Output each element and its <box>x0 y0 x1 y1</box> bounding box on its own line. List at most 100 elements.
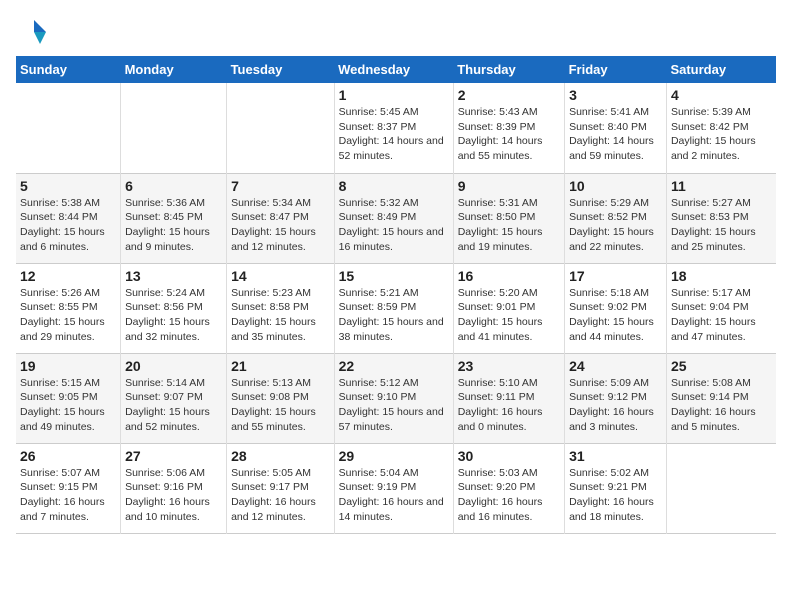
day-number: 3 <box>569 87 662 103</box>
day-info: Sunrise: 5:31 AM Sunset: 8:50 PM Dayligh… <box>458 196 560 255</box>
header-thursday: Thursday <box>453 56 564 83</box>
day-info: Sunrise: 5:34 AM Sunset: 8:47 PM Dayligh… <box>231 196 330 255</box>
day-info: Sunrise: 5:24 AM Sunset: 8:56 PM Dayligh… <box>125 286 222 345</box>
header-tuesday: Tuesday <box>227 56 335 83</box>
day-number: 1 <box>339 87 449 103</box>
calendar-cell: 29 Sunrise: 5:04 AM Sunset: 9:19 PM Dayli… <box>334 443 453 533</box>
day-number: 20 <box>125 358 222 374</box>
day-info: Sunrise: 5:12 AM Sunset: 9:10 PM Dayligh… <box>339 376 449 435</box>
day-info: Sunrise: 5:05 AM Sunset: 9:17 PM Dayligh… <box>231 466 330 525</box>
day-number: 31 <box>569 448 662 464</box>
calendar-week-row: 19 Sunrise: 5:15 AM Sunset: 9:05 PM Dayli… <box>16 353 776 443</box>
calendar-cell: 6 Sunrise: 5:36 AM Sunset: 8:45 PM Daylig… <box>121 173 227 263</box>
day-number: 22 <box>339 358 449 374</box>
day-number: 16 <box>458 268 560 284</box>
header-friday: Friday <box>565 56 667 83</box>
day-number: 11 <box>671 178 772 194</box>
header-monday: Monday <box>121 56 227 83</box>
day-info: Sunrise: 5:27 AM Sunset: 8:53 PM Dayligh… <box>671 196 772 255</box>
day-info: Sunrise: 5:13 AM Sunset: 9:08 PM Dayligh… <box>231 376 330 435</box>
day-number: 17 <box>569 268 662 284</box>
day-info: Sunrise: 5:23 AM Sunset: 8:58 PM Dayligh… <box>231 286 330 345</box>
calendar-week-row: 5 Sunrise: 5:38 AM Sunset: 8:44 PM Daylig… <box>16 173 776 263</box>
calendar-cell: 18Sunrise: 5:17 AM Sunset: 9:04 PM Dayli… <box>666 263 776 353</box>
day-number: 19 <box>20 358 116 374</box>
day-info: Sunrise: 5:29 AM Sunset: 8:52 PM Dayligh… <box>569 196 662 255</box>
calendar-cell: 21 Sunrise: 5:13 AM Sunset: 9:08 PM Dayli… <box>227 353 335 443</box>
day-number: 12 <box>20 268 116 284</box>
day-info: Sunrise: 5:18 AM Sunset: 9:02 PM Dayligh… <box>569 286 662 345</box>
calendar-header-row: SundayMondayTuesdayWednesdayThursdayFrid… <box>16 56 776 83</box>
day-number: 15 <box>339 268 449 284</box>
day-number: 24 <box>569 358 662 374</box>
day-number: 26 <box>20 448 116 464</box>
day-info: Sunrise: 5:45 AM Sunset: 8:37 PM Dayligh… <box>339 105 449 164</box>
calendar-cell <box>121 83 227 173</box>
day-info: Sunrise: 5:15 AM Sunset: 9:05 PM Dayligh… <box>20 376 116 435</box>
day-info: Sunrise: 5:21 AM Sunset: 8:59 PM Dayligh… <box>339 286 449 345</box>
day-number: 14 <box>231 268 330 284</box>
day-info: Sunrise: 5:39 AM Sunset: 8:42 PM Dayligh… <box>671 105 772 164</box>
day-number: 9 <box>458 178 560 194</box>
calendar-cell: 25 Sunrise: 5:08 AM Sunset: 9:14 PM Dayli… <box>666 353 776 443</box>
calendar-cell <box>227 83 335 173</box>
day-info: Sunrise: 5:43 AM Sunset: 8:39 PM Dayligh… <box>458 105 560 164</box>
calendar-cell: 26 Sunrise: 5:07 AM Sunset: 9:15 PM Dayli… <box>16 443 121 533</box>
calendar-cell: 10 Sunrise: 5:29 AM Sunset: 8:52 PM Dayli… <box>565 173 667 263</box>
calendar-week-row: 26 Sunrise: 5:07 AM Sunset: 9:15 PM Dayli… <box>16 443 776 533</box>
day-number: 29 <box>339 448 449 464</box>
day-info: Sunrise: 5:09 AM Sunset: 9:12 PM Dayligh… <box>569 376 662 435</box>
calendar-week-row: 1 Sunrise: 5:45 AM Sunset: 8:37 PM Daylig… <box>16 83 776 173</box>
day-info: Sunrise: 5:06 AM Sunset: 9:16 PM Dayligh… <box>125 466 222 525</box>
day-number: 13 <box>125 268 222 284</box>
day-info: Sunrise: 5:38 AM Sunset: 8:44 PM Dayligh… <box>20 196 116 255</box>
day-number: 6 <box>125 178 222 194</box>
calendar-cell: 8Sunrise: 5:32 AM Sunset: 8:49 PM Daylig… <box>334 173 453 263</box>
calendar-cell: 16 Sunrise: 5:20 AM Sunset: 9:01 PM Dayli… <box>453 263 564 353</box>
day-number: 25 <box>671 358 772 374</box>
calendar-cell: 13 Sunrise: 5:24 AM Sunset: 8:56 PM Dayli… <box>121 263 227 353</box>
day-number: 28 <box>231 448 330 464</box>
calendar-table: SundayMondayTuesdayWednesdayThursdayFrid… <box>16 56 776 534</box>
day-number: 10 <box>569 178 662 194</box>
day-info: Sunrise: 5:32 AM Sunset: 8:49 PM Dayligh… <box>339 196 449 255</box>
calendar-cell: 15 Sunrise: 5:21 AM Sunset: 8:59 PM Dayli… <box>334 263 453 353</box>
day-number: 4 <box>671 87 772 103</box>
calendar-cell: 5 Sunrise: 5:38 AM Sunset: 8:44 PM Daylig… <box>16 173 121 263</box>
calendar-cell: 28 Sunrise: 5:05 AM Sunset: 9:17 PM Dayli… <box>227 443 335 533</box>
calendar-cell: 27 Sunrise: 5:06 AM Sunset: 9:16 PM Dayli… <box>121 443 227 533</box>
day-info: Sunrise: 5:17 AM Sunset: 9:04 PM Dayligh… <box>671 286 772 345</box>
calendar-week-row: 12Sunrise: 5:26 AM Sunset: 8:55 PM Dayli… <box>16 263 776 353</box>
calendar-cell: 22 Sunrise: 5:12 AM Sunset: 9:10 PM Dayli… <box>334 353 453 443</box>
day-number: 5 <box>20 178 116 194</box>
day-number: 2 <box>458 87 560 103</box>
day-number: 30 <box>458 448 560 464</box>
calendar-cell: 11 Sunrise: 5:27 AM Sunset: 8:53 PM Dayli… <box>666 173 776 263</box>
day-info: Sunrise: 5:08 AM Sunset: 9:14 PM Dayligh… <box>671 376 772 435</box>
day-number: 21 <box>231 358 330 374</box>
calendar-cell: 31Sunrise: 5:02 AM Sunset: 9:21 PM Dayli… <box>565 443 667 533</box>
calendar-cell: 12Sunrise: 5:26 AM Sunset: 8:55 PM Dayli… <box>16 263 121 353</box>
day-info: Sunrise: 5:10 AM Sunset: 9:11 PM Dayligh… <box>458 376 560 435</box>
calendar-cell <box>666 443 776 533</box>
day-number: 27 <box>125 448 222 464</box>
calendar-cell: 20 Sunrise: 5:14 AM Sunset: 9:07 PM Dayli… <box>121 353 227 443</box>
calendar-cell: 14 Sunrise: 5:23 AM Sunset: 8:58 PM Dayli… <box>227 263 335 353</box>
day-info: Sunrise: 5:03 AM Sunset: 9:20 PM Dayligh… <box>458 466 560 525</box>
header-wednesday: Wednesday <box>334 56 453 83</box>
day-info: Sunrise: 5:14 AM Sunset: 9:07 PM Dayligh… <box>125 376 222 435</box>
day-info: Sunrise: 5:41 AM Sunset: 8:40 PM Dayligh… <box>569 105 662 164</box>
header-saturday: Saturday <box>666 56 776 83</box>
day-info: Sunrise: 5:36 AM Sunset: 8:45 PM Dayligh… <box>125 196 222 255</box>
day-info: Sunrise: 5:04 AM Sunset: 9:19 PM Dayligh… <box>339 466 449 525</box>
calendar-cell: 30 Sunrise: 5:03 AM Sunset: 9:20 PM Dayli… <box>453 443 564 533</box>
logo-icon <box>16 16 48 48</box>
calendar-cell: 4 Sunrise: 5:39 AM Sunset: 8:42 PM Daylig… <box>666 83 776 173</box>
calendar-cell: 3 Sunrise: 5:41 AM Sunset: 8:40 PM Daylig… <box>565 83 667 173</box>
calendar-cell: 23 Sunrise: 5:10 AM Sunset: 9:11 PM Dayli… <box>453 353 564 443</box>
day-number: 23 <box>458 358 560 374</box>
calendar-cell: 24 Sunrise: 5:09 AM Sunset: 9:12 PM Dayli… <box>565 353 667 443</box>
day-info: Sunrise: 5:20 AM Sunset: 9:01 PM Dayligh… <box>458 286 560 345</box>
day-number: 7 <box>231 178 330 194</box>
day-info: Sunrise: 5:07 AM Sunset: 9:15 PM Dayligh… <box>20 466 116 525</box>
